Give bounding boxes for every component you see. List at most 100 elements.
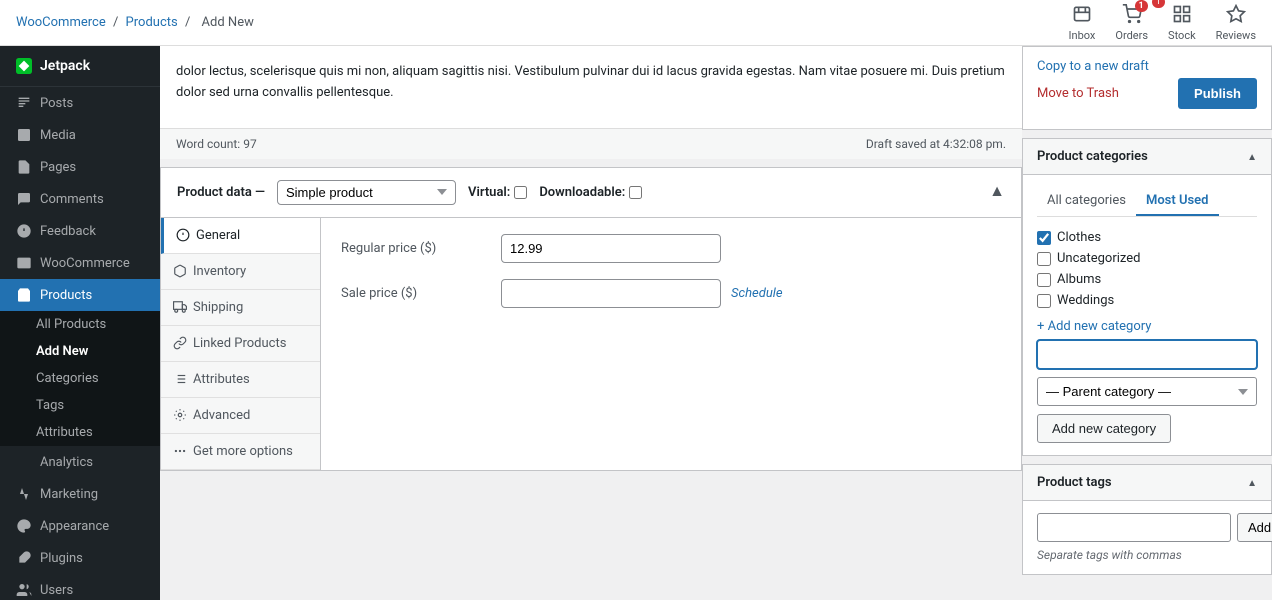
add-category-button[interactable]: Add new category xyxy=(1037,414,1171,443)
tags-panel-header: Product tags xyxy=(1023,465,1271,501)
product-tab-content: Regular price ($) Sale price ($) Schedul… xyxy=(321,218,1021,470)
cat-item-uncategorized[interactable]: Uncategorized xyxy=(1037,248,1257,269)
cat-checkbox-albums[interactable] xyxy=(1037,273,1051,287)
sale-price-input[interactable] xyxy=(501,279,721,308)
sidebar-sub-attributes[interactable]: Attributes xyxy=(0,419,160,446)
tags-panel-body: Add Separate tags with commas xyxy=(1023,501,1271,574)
top-toolbar: WooCommerce / Products / Add New Inbox 1… xyxy=(0,0,1272,46)
sidebar-item-label: Comments xyxy=(40,192,104,207)
tags-input-row: Add xyxy=(1037,513,1257,542)
editor-area: dolor lectus, scelerisque quis mi non, a… xyxy=(160,46,1022,128)
right-sidebar: Copy to a new draft Move to Trash Publis… xyxy=(1022,46,1272,600)
sidebar-item-products[interactable]: Products xyxy=(0,279,160,311)
orders-icon-button[interactable]: 1 1 Orders xyxy=(1115,4,1148,42)
tab-get-more-options[interactable]: Get more options xyxy=(161,434,320,470)
sidebar-item-label: Analytics xyxy=(40,455,93,470)
main-layout: Jetpack Posts Media Pages Comments Feedb… xyxy=(0,46,1272,600)
sidebar-sub-categories[interactable]: Categories xyxy=(0,365,160,392)
publish-actions: Move to Trash Publish xyxy=(1037,78,1257,109)
tab-advanced[interactable]: Advanced xyxy=(161,398,320,434)
sidebar-item-comments[interactable]: Comments xyxy=(0,183,160,215)
toolbar-icons: Inbox 1 1 Orders Stock Reviews xyxy=(1069,4,1256,42)
product-data-section: Product data — Simple product Grouped pr… xyxy=(160,167,1022,471)
sidebar-item-users[interactable]: Users xyxy=(0,574,160,600)
cat-checkbox-clothes[interactable] xyxy=(1037,231,1051,245)
regular-price-label: Regular price ($) xyxy=(341,241,501,256)
categories-panel-body: All categories Most Used Clothes Uncateg… xyxy=(1023,175,1271,455)
breadcrumb-woocommerce[interactable]: WooCommerce xyxy=(16,15,106,30)
tags-text-input[interactable] xyxy=(1037,513,1231,542)
sidebar-item-pages[interactable]: Pages xyxy=(0,151,160,183)
copy-draft-link[interactable]: Copy to a new draft xyxy=(1037,59,1257,74)
publish-panel: Copy to a new draft Move to Trash Publis… xyxy=(1022,46,1272,130)
sidebar-item-label: Marketing xyxy=(40,487,98,502)
main-content: dolor lectus, scelerisque quis mi non, a… xyxy=(160,46,1022,600)
sidebar-item-feedback[interactable]: Feedback xyxy=(0,215,160,247)
tab-attributes[interactable]: Attributes xyxy=(161,362,320,398)
cat-tab-most-used[interactable]: Most Used xyxy=(1136,187,1219,216)
sidebar-item-label: Feedback xyxy=(40,224,96,239)
sale-price-label: Sale price ($) xyxy=(341,286,501,301)
sidebar-sub-tags[interactable]: Tags xyxy=(0,392,160,419)
tab-inventory[interactable]: Inventory xyxy=(161,254,320,290)
product-type-select[interactable]: Simple product Grouped product External/… xyxy=(277,180,456,205)
add-tag-button[interactable]: Add xyxy=(1237,513,1272,542)
product-data-header: Product data — Simple product Grouped pr… xyxy=(161,168,1021,218)
sidebar-item-appearance[interactable]: Appearance xyxy=(0,510,160,542)
sale-price-row: Sale price ($) Schedule xyxy=(341,279,1001,308)
sidebar-sub-add-new[interactable]: Add New xyxy=(0,338,160,365)
move-trash-link[interactable]: Move to Trash xyxy=(1037,86,1119,101)
draft-saved: Draft saved at 4:32:08 pm. xyxy=(866,137,1006,151)
tab-general[interactable]: General xyxy=(161,218,320,254)
word-count: Word count: 97 xyxy=(176,137,257,151)
breadcrumb: WooCommerce / Products / Add New xyxy=(16,15,1069,30)
sidebar-sub-all-products[interactable]: All Products xyxy=(0,311,160,338)
sidebar-logo[interactable]: Jetpack xyxy=(0,46,160,87)
product-data-label: Product data — xyxy=(177,185,265,200)
publish-panel-body: Copy to a new draft Move to Trash Publis… xyxy=(1023,47,1271,129)
sidebar-item-label: Users xyxy=(40,583,73,598)
cat-item-clothes[interactable]: Clothes xyxy=(1037,227,1257,248)
product-data-collapse-button[interactable]: ▲ xyxy=(989,183,1005,201)
sidebar-item-media[interactable]: Media xyxy=(0,119,160,151)
sidebar-item-marketing[interactable]: Marketing xyxy=(0,478,160,510)
cat-item-albums[interactable]: Albums xyxy=(1037,269,1257,290)
categories-tabs: All categories Most Used xyxy=(1037,187,1257,217)
inbox-label: Inbox xyxy=(1069,29,1096,42)
tags-title: Product tags xyxy=(1037,475,1112,490)
cat-checkbox-weddings[interactable] xyxy=(1037,294,1051,308)
regular-price-row: Regular price ($) xyxy=(341,234,1001,263)
tags-collapse-icon xyxy=(1247,475,1257,490)
sidebar-item-label: WooCommerce xyxy=(40,256,130,271)
editor-text: dolor lectus, scelerisque quis mi non, a… xyxy=(176,62,1006,104)
cat-checkbox-uncategorized[interactable] xyxy=(1037,252,1051,266)
publish-button[interactable]: Publish xyxy=(1178,78,1257,109)
sidebar-item-label: Products xyxy=(40,288,92,303)
sidebar-item-label: Plugins xyxy=(40,551,83,566)
breadcrumb-current: Add New xyxy=(202,15,254,30)
stock-icon-button[interactable]: Stock xyxy=(1168,4,1196,42)
product-tabs: General Inventory Shipping Linked P xyxy=(161,218,321,470)
inbox-icon-button[interactable]: Inbox xyxy=(1069,4,1096,42)
sidebar-item-plugins[interactable]: Plugins xyxy=(0,542,160,574)
breadcrumb-products[interactable]: Products xyxy=(126,15,178,30)
sidebar-item-posts[interactable]: Posts xyxy=(0,87,160,119)
parent-category-select[interactable]: — Parent category — xyxy=(1037,377,1257,406)
tags-panel: Product tags Add Separate tags with comm… xyxy=(1022,464,1272,575)
schedule-link[interactable]: Schedule xyxy=(731,286,783,301)
tab-shipping[interactable]: Shipping xyxy=(161,290,320,326)
reviews-icon-button[interactable]: Reviews xyxy=(1216,4,1256,42)
categories-panel-header: Product categories xyxy=(1023,139,1271,175)
virtual-checkbox[interactable] xyxy=(514,186,527,199)
tab-linked-products[interactable]: Linked Products xyxy=(161,326,320,362)
sidebar-item-analytics[interactable]: Analytics xyxy=(0,446,160,478)
sidebar-item-label: Appearance xyxy=(40,519,109,534)
cat-tab-all[interactable]: All categories xyxy=(1037,187,1136,216)
add-category-link[interactable]: + Add new category xyxy=(1037,319,1257,334)
cat-search-input[interactable] xyxy=(1037,340,1257,369)
sidebar-item-woocommerce[interactable]: WooCommerce xyxy=(0,247,160,279)
downloadable-check: Downloadable: xyxy=(539,185,642,200)
cat-item-weddings[interactable]: Weddings xyxy=(1037,290,1257,311)
downloadable-checkbox[interactable] xyxy=(629,186,642,199)
regular-price-input[interactable] xyxy=(501,234,721,263)
